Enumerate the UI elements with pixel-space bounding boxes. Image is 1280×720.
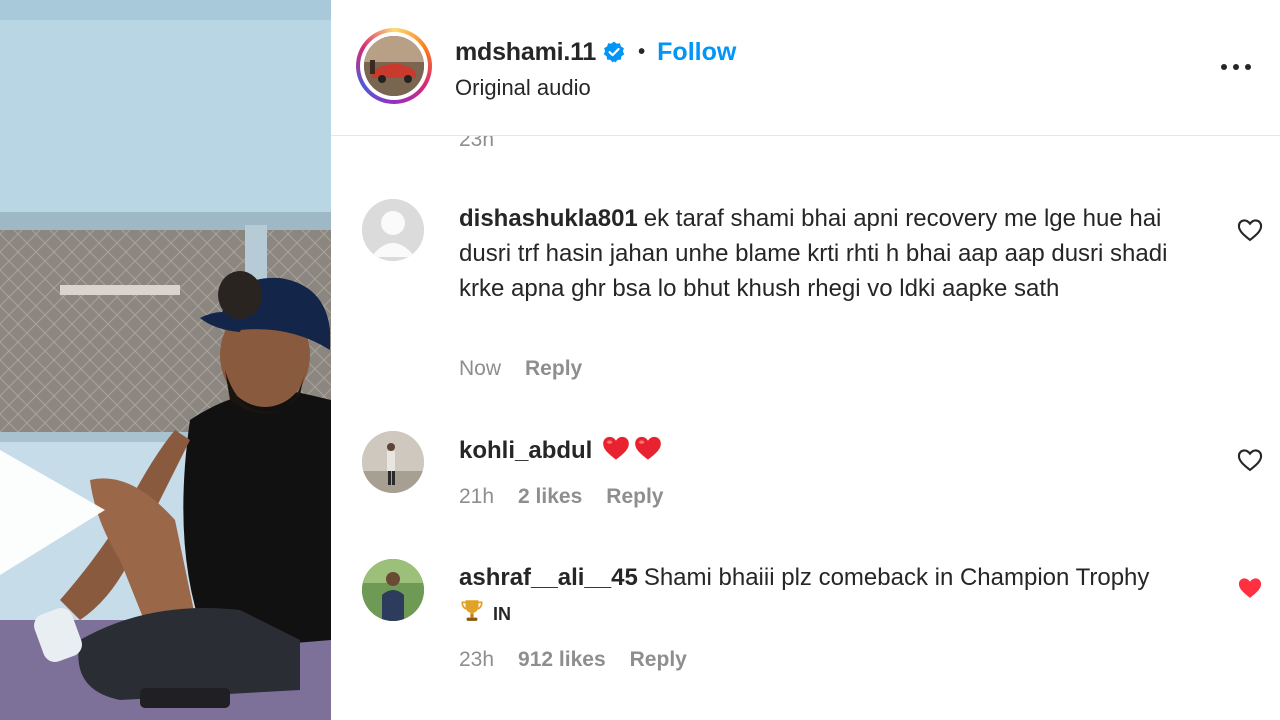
story-ring-avatar[interactable] xyxy=(356,28,432,104)
comment-text: kohli_abdul xyxy=(459,433,1219,468)
like-heart-icon[interactable] xyxy=(1236,446,1264,474)
comment-time: Now xyxy=(459,357,502,380)
audio-label[interactable]: Original audio xyxy=(455,75,591,101)
reply-button[interactable]: Reply xyxy=(630,648,687,672)
liked-heart-icon[interactable] xyxy=(1236,574,1264,602)
post-header: mdshami.11 • Follow Original audio xyxy=(331,0,1280,136)
like-heart-icon[interactable] xyxy=(1236,216,1264,244)
country-flag-text: IN xyxy=(493,604,511,624)
comment-body: Shami bhaiii plz comeback in Champion Tr… xyxy=(643,564,1150,591)
comment-meta: 21h 2 likes Reply xyxy=(459,485,663,509)
default-avatar-icon[interactable] xyxy=(362,199,424,261)
red-heart-icon xyxy=(634,435,662,461)
follow-button[interactable]: Follow xyxy=(657,38,736,67)
comment-likes[interactable]: 912 likes xyxy=(518,648,606,672)
video-frame xyxy=(0,0,331,720)
header-separator: • xyxy=(638,40,646,63)
reply-button[interactable]: Reply xyxy=(525,357,582,381)
reel-video[interactable] xyxy=(0,0,331,720)
comments-panel: 23h dishashukla801 ek taraf shami bhai ap… xyxy=(331,0,1280,720)
comment-text: ashraf__ali__45 Shami bhaiii plz comeback… xyxy=(459,560,1219,632)
user-avatar[interactable] xyxy=(362,431,424,493)
profile-photo xyxy=(364,36,424,96)
comment-username[interactable]: ashraf__ali__45 xyxy=(459,564,638,591)
comment-meta: Now Reply xyxy=(459,357,582,381)
comment-username[interactable]: kohli_abdul xyxy=(459,437,592,464)
user-avatar[interactable] xyxy=(362,559,424,621)
trophy-icon xyxy=(459,597,485,623)
comment-time: 21h xyxy=(459,485,495,508)
comment-time: 23h xyxy=(459,648,495,671)
verified-badge-icon xyxy=(602,40,626,64)
comment-likes[interactable]: 2 likes xyxy=(518,485,582,509)
more-options-icon[interactable] xyxy=(1216,52,1256,82)
reply-button[interactable]: Reply xyxy=(606,485,663,509)
comment-username[interactable]: dishashukla801 xyxy=(459,205,638,232)
comment-meta: 23h 912 likes Reply xyxy=(459,648,687,672)
header-username-row: mdshami.11 • Follow xyxy=(455,34,736,70)
post-username[interactable]: mdshami.11 xyxy=(455,38,596,67)
comment-text: dishashukla801 ek taraf shami bhai apni r… xyxy=(459,201,1219,306)
red-heart-icon xyxy=(602,435,630,461)
